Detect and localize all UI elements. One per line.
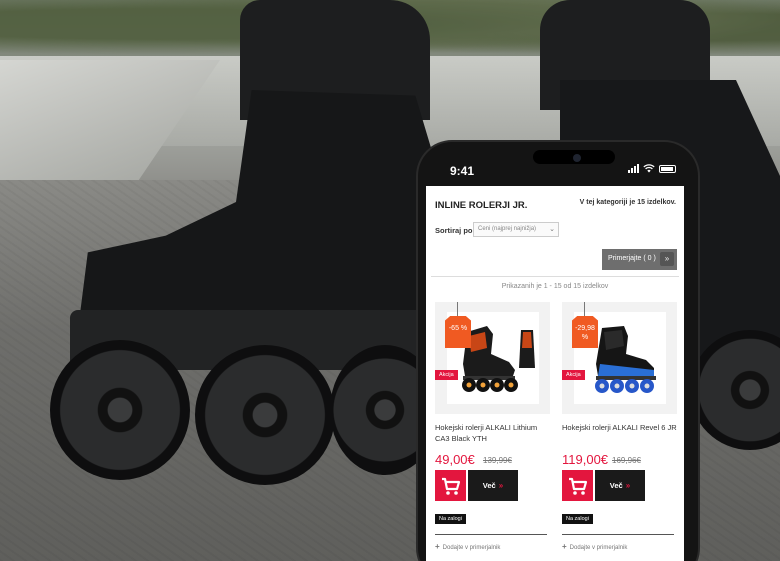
sort-select[interactable]: Ceni (najprej najnižja) ⌄ [473,222,559,237]
chevron-down-icon: ⌄ [549,226,555,233]
add-to-cart-button[interactable] [562,470,593,501]
status-time: 9:41 [450,164,475,178]
wifi-icon [643,164,655,173]
compare-button-label: Primerjajte ( 0 ) [608,255,656,262]
sale-badge: Akcija [562,370,585,380]
arrow-right-icon: » [498,481,504,490]
skate-wheel [195,345,335,485]
add-to-compare-label: Dodajte v primerjalnik [442,545,501,551]
divider [435,534,547,535]
product-image-frame[interactable]: -65 % Akcija [435,302,550,414]
sale-badge: Akcija [435,370,458,380]
discount-tag: -29,98 % [572,316,598,348]
category-title: INLINE ROLERJI JR. [435,200,528,211]
arrow-right-icon: » [625,481,631,490]
product-old-price: 139,99€ [483,456,512,465]
tag-string [584,302,585,318]
add-to-compare-link[interactable]: + Dodajte v primerjalnik [435,542,500,551]
more-button[interactable]: Več» [595,470,645,501]
signal-icon [628,164,639,173]
product-name[interactable]: Hokejski rolerji ALKALI Revel 6 JR [562,422,677,433]
add-to-compare-link[interactable]: + Dodajte v primerjalnik [562,542,627,551]
more-button[interactable]: Več» [468,470,518,501]
phone-screen: INLINE ROLERJI JR. V tej kategoriji je 1… [426,186,684,561]
cart-icon [442,477,461,495]
sort-selected-value: Ceni (najprej najnižja) [478,226,537,232]
add-to-cart-button[interactable] [435,470,466,501]
tag-string [457,302,458,318]
plus-icon: + [562,542,567,551]
category-count: V tej kategoriji je 15 izdelkov. [579,199,676,206]
stock-badge: Na zalogi [435,514,466,524]
divider [562,534,674,535]
battery-icon [659,164,676,173]
product-old-price: 169,96€ [612,456,641,465]
sort-label: Sortiraj po [435,226,473,235]
add-to-compare-label: Dodajte v primerjalnik [569,545,628,551]
product-name[interactable]: Hokejski rolerji ALKALI Lithium CA3 Blac… [435,422,550,444]
status-icons [628,164,676,173]
compare-button[interactable]: Primerjajte ( 0 ) » [602,249,677,270]
cart-icon [569,477,588,495]
results-count: Prikazanih je 1 - 15 od 15 izdelkov [501,283,609,290]
stock-badge: Na zalogi [562,514,593,524]
plus-icon: + [435,542,440,551]
camera-dot [573,154,581,162]
product-price: 49,00€ [435,452,475,467]
product-image-frame[interactable]: -29,98 % Akcija [562,302,677,414]
compare-arrow-icon: » [660,252,674,266]
divider [431,276,679,277]
phone-mockup: 9:41 INLINE ROLERJI JR. V tej kategoriji… [418,142,698,561]
more-button-label: Več [482,481,496,490]
product-price: 119,00€ [562,452,609,467]
skate-wheel [50,340,190,480]
more-button-label: Več [609,481,623,490]
discount-tag: -65 % [445,316,471,348]
